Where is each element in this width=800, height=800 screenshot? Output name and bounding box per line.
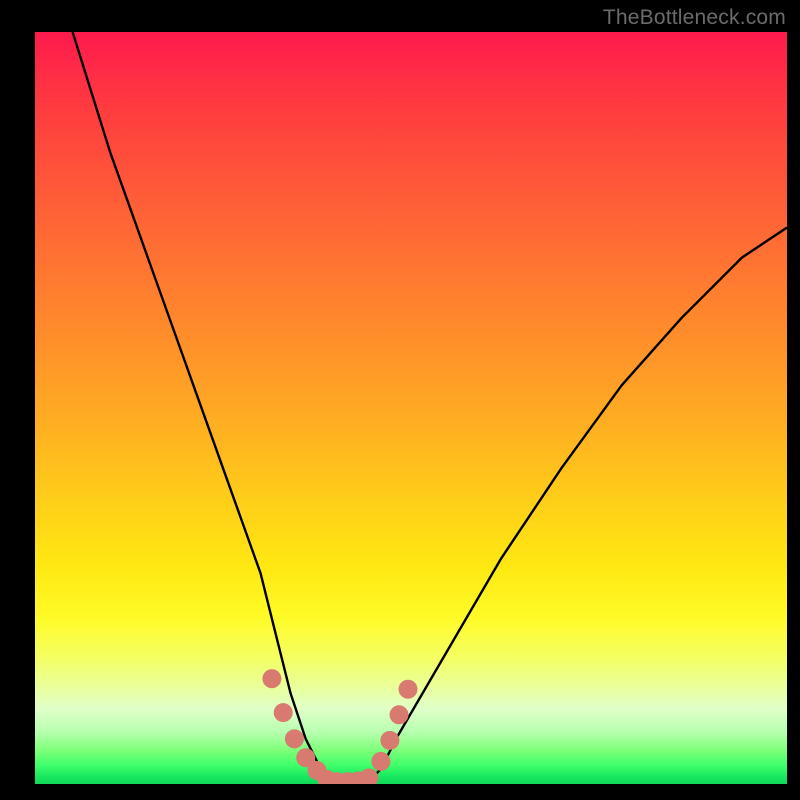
highlight-dot: [285, 729, 304, 748]
highlight-dot: [399, 680, 418, 699]
bottleneck-curve: [35, 32, 787, 784]
highlight-dot: [359, 769, 378, 785]
highlight-dot: [380, 731, 399, 750]
highlight-dot: [262, 669, 281, 688]
curve-line: [73, 32, 787, 784]
attribution-label: TheBottleneck.com: [603, 6, 786, 30]
highlight-dot: [390, 705, 409, 724]
plot-area: [35, 32, 787, 784]
chart-root: TheBottleneck.com: [0, 0, 800, 800]
highlight-dot: [371, 752, 390, 771]
highlight-dot: [274, 703, 293, 722]
